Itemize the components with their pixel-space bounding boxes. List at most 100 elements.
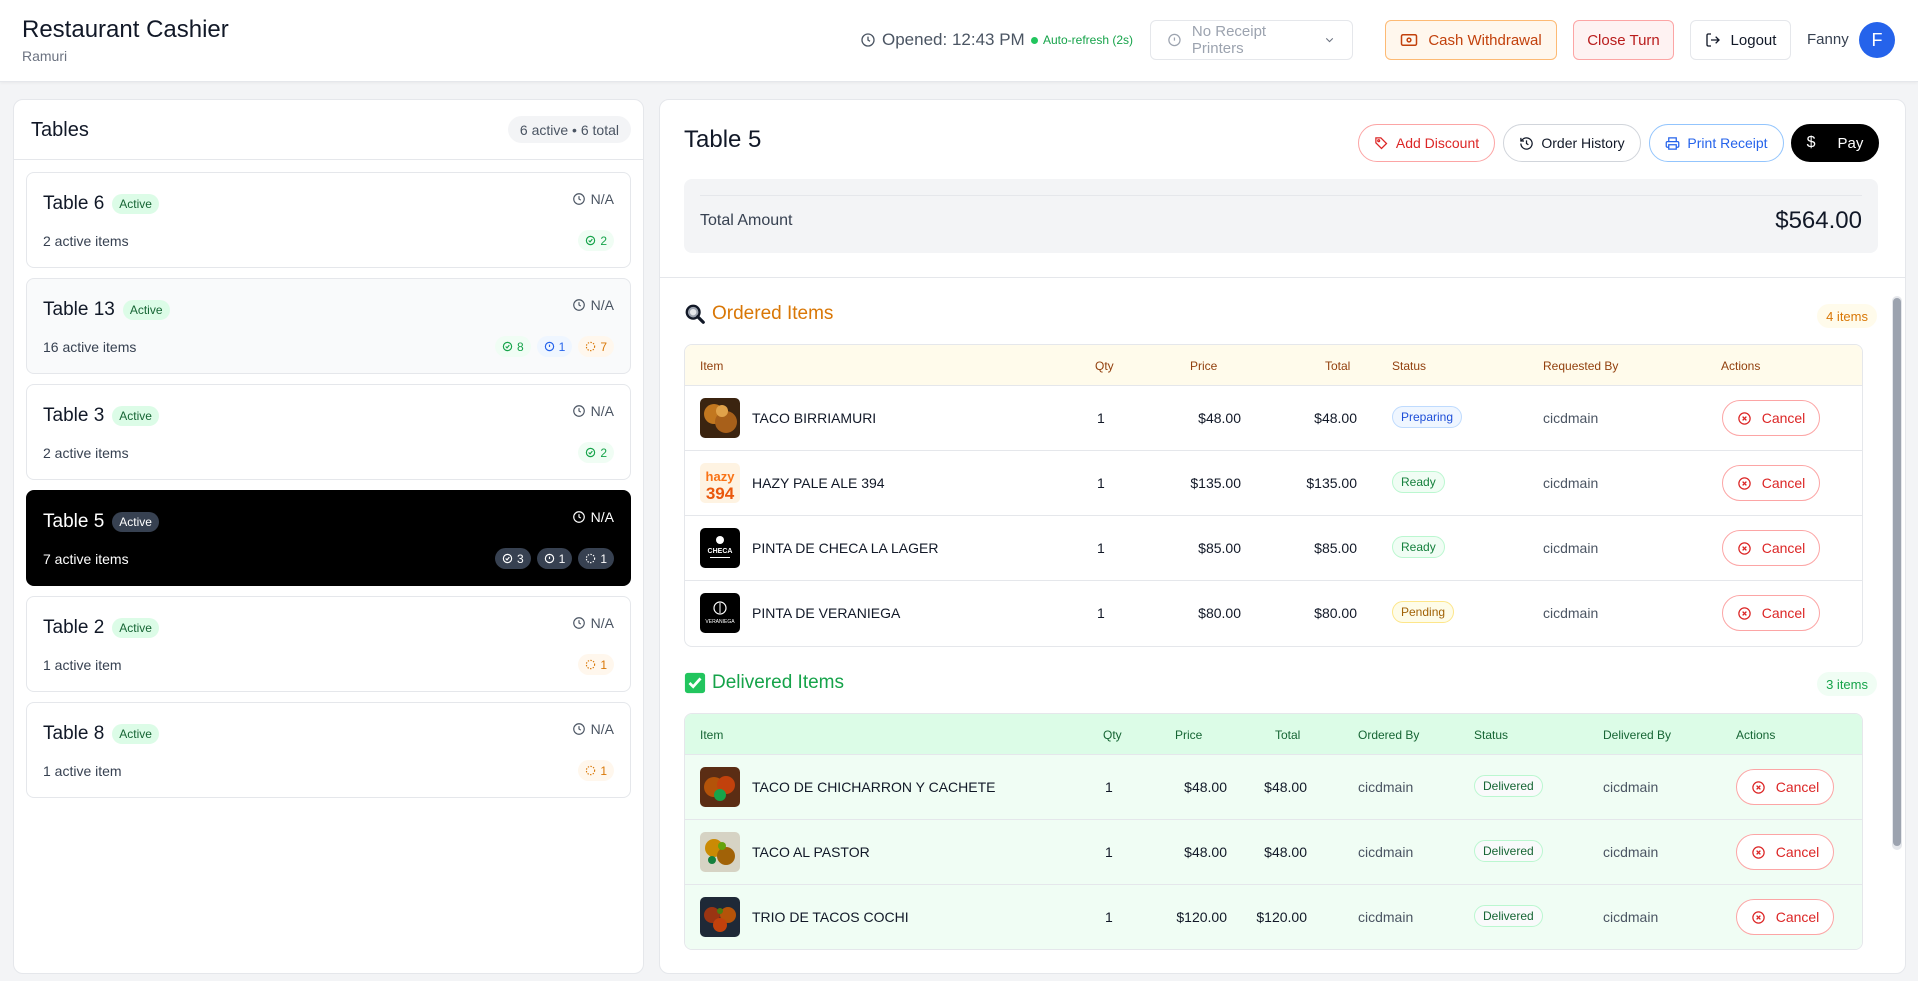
- taco-image-icon: [700, 897, 740, 937]
- ordered-items-title: Ordered Items: [684, 303, 833, 325]
- logout-icon: [1705, 33, 1720, 47]
- print-receipt-button[interactable]: Print Receipt: [1649, 124, 1784, 162]
- add-discount-button[interactable]: Add Discount: [1358, 124, 1495, 162]
- col-item: Item: [700, 359, 724, 373]
- ready-chip: 8: [494, 336, 531, 357]
- ordered-items-count: 4 items: [1817, 304, 1877, 328]
- info-count: 1: [558, 339, 566, 354]
- pending-count: 1: [600, 657, 607, 672]
- table-time-label: N/A: [590, 403, 614, 419]
- cancel-button[interactable]: Cancel: [1736, 899, 1834, 935]
- pending-chip: 1: [578, 654, 614, 675]
- table-items-count: 1 active item: [43, 763, 122, 779]
- pending-chip: 1: [578, 548, 614, 569]
- col-qty: Qty: [1095, 359, 1114, 373]
- close-turn-button[interactable]: Close Turn: [1573, 20, 1674, 60]
- status-dot-icon: [1031, 36, 1038, 44]
- table-card-6[interactable]: Table 6 Active N/A 2 active items 2: [26, 172, 631, 268]
- cancel-button[interactable]: Cancel: [1736, 769, 1834, 805]
- cancel-button[interactable]: Cancel: [1722, 400, 1820, 436]
- pay-label: Pay: [1837, 134, 1864, 152]
- avatar[interactable]: F: [1859, 22, 1895, 58]
- clock-icon: [572, 617, 585, 629]
- status-badge: Delivered: [1474, 840, 1543, 862]
- table-time-label: N/A: [590, 721, 614, 737]
- check-circle-icon: [586, 447, 596, 458]
- item-price: $48.00: [1198, 410, 1241, 426]
- cancel-button[interactable]: Cancel: [1722, 595, 1820, 631]
- tables-panel: Tables 6 active • 6 total Table 6 Active …: [13, 99, 644, 974]
- total-value: $564.00: [1775, 207, 1862, 234]
- x-circle-icon: [1751, 910, 1765, 924]
- item-thumbnail: [700, 767, 740, 807]
- delivered-by: cicdmain: [1603, 909, 1659, 925]
- restaurant-name: Ramuri: [22, 48, 68, 64]
- cancel-button[interactable]: Cancel: [1736, 834, 1834, 870]
- table-card-3[interactable]: Table 3 Active N/A 2 active items 2: [26, 384, 631, 480]
- table-items-count: 7 active items: [43, 551, 129, 567]
- status-badge: Active: [112, 618, 159, 638]
- col-price: Price: [1190, 359, 1218, 373]
- x-circle-icon: [1751, 780, 1765, 794]
- loader-icon: [586, 341, 596, 352]
- printer-icon: [1666, 136, 1680, 150]
- col-status: Status: [1392, 359, 1427, 373]
- table-name-label: Table 2: [43, 617, 105, 638]
- status-badge: Active: [112, 724, 159, 744]
- cancel-button[interactable]: Cancel: [1722, 465, 1820, 501]
- table-card-13[interactable]: Table 13 Active N/A 16 active items 8 1 7: [26, 278, 631, 374]
- printer-select[interactable]: No Receipt Printers: [1150, 20, 1353, 60]
- table-status-chips: 2: [578, 230, 614, 251]
- scrollbar[interactable]: [1892, 296, 1902, 850]
- status-badge: Active: [112, 194, 159, 214]
- cancel-button[interactable]: Cancel: [1722, 530, 1820, 566]
- table-time: N/A: [572, 509, 614, 525]
- close-turn-label: Close Turn: [1587, 31, 1660, 49]
- item-price: $48.00: [1184, 779, 1227, 795]
- col-delivered-by: Delivered By: [1603, 728, 1672, 742]
- item-total: $48.00: [1264, 779, 1307, 795]
- ordered-items-label: Ordered Items: [712, 303, 834, 324]
- pay-button[interactable]: $ Pay: [1791, 124, 1879, 162]
- cancel-label: Cancel: [1761, 410, 1806, 426]
- table-name: Table 8 Active: [43, 723, 159, 745]
- cancel-label: Cancel: [1775, 844, 1820, 860]
- scrollbar-thumb[interactable]: [1893, 298, 1901, 846]
- printer-select-value: No Receipt Printers: [1191, 23, 1267, 57]
- order-history-button[interactable]: Order History: [1503, 124, 1641, 162]
- table-card-8[interactable]: Table 8 Active N/A 1 active item 1: [26, 702, 631, 798]
- clock-icon: [572, 511, 585, 523]
- total-amount-box: Total Amount $564.00: [684, 179, 1878, 253]
- item-qty: 1: [1097, 605, 1105, 621]
- magnifier-icon: [685, 304, 705, 324]
- pending-chip: 7: [578, 336, 614, 357]
- item-name: TRIO DE TACOS COCHI: [752, 909, 909, 925]
- col-price: Price: [1175, 728, 1203, 742]
- item-name: PINTA DE CHECA LA LAGER: [752, 540, 939, 556]
- taco-image-icon: [700, 398, 740, 438]
- table-row: CHECA PINTA DE CHECA LA LAGER 1 $85.00 $…: [685, 516, 1862, 581]
- table-time: N/A: [572, 297, 614, 313]
- item-price: $135.00: [1190, 475, 1241, 491]
- page-title: Table 5: [684, 126, 762, 153]
- cash-withdrawal-button[interactable]: Cash Withdrawal: [1385, 20, 1557, 60]
- pending-count: 1: [600, 551, 607, 566]
- item-total: $135.00: [1306, 475, 1357, 491]
- x-circle-icon: [1737, 606, 1751, 620]
- logout-button[interactable]: Logout: [1690, 20, 1791, 60]
- table-card-2[interactable]: Table 2 Active N/A 1 active item 1: [26, 596, 631, 692]
- table-status-chips: 1: [578, 654, 614, 675]
- requested-by: cicdmain: [1543, 475, 1599, 491]
- x-circle-icon: [1737, 476, 1751, 490]
- table-card-5[interactable]: Table 5 Active N/A 7 active items 3 1 1: [26, 490, 631, 586]
- order-history-label: Order History: [1541, 135, 1625, 151]
- table-name-label: Table 6: [43, 193, 105, 214]
- logout-label: Logout: [1730, 31, 1777, 49]
- table-time: N/A: [572, 191, 614, 207]
- ready-count: 2: [600, 445, 607, 460]
- item-qty: 1: [1105, 779, 1113, 795]
- delivered-by: cicdmain: [1603, 779, 1659, 795]
- info-chip: 1: [536, 548, 573, 569]
- cancel-label: Cancel: [1761, 540, 1806, 556]
- table-row: hazy 394 HAZY PALE ALE 394 1 $135.00 $135…: [685, 451, 1862, 516]
